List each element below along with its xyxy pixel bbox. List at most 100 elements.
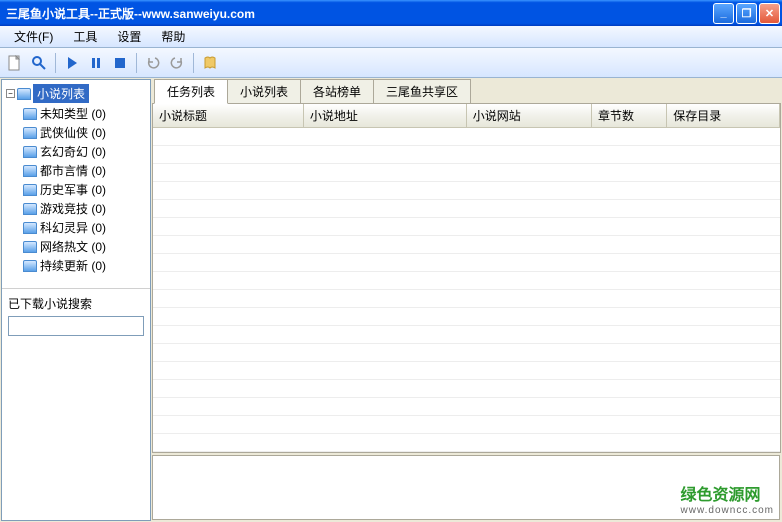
- table-cell: [466, 398, 591, 416]
- table-cell: [667, 362, 780, 380]
- table-cell: [153, 272, 303, 290]
- pause-icon[interactable]: [85, 52, 107, 74]
- table-row[interactable]: [153, 164, 780, 182]
- table-row[interactable]: [153, 182, 780, 200]
- tree-item[interactable]: 持续更新 (0): [23, 256, 147, 275]
- tab[interactable]: 三尾鱼共享区: [373, 79, 471, 103]
- table-cell: [466, 326, 591, 344]
- table-row[interactable]: [153, 128, 780, 146]
- content-panel: 小说标题小说地址小说网站章节数保存目录: [152, 103, 781, 453]
- tab[interactable]: 各站榜单: [300, 79, 374, 103]
- close-button[interactable]: ✕: [759, 3, 780, 24]
- titlebar[interactable]: 三尾鱼小说工具--正式版--www.sanweiyu.com _ ❐ ✕: [0, 0, 782, 26]
- book-icon[interactable]: [199, 52, 221, 74]
- table-host[interactable]: 小说标题小说地址小说网站章节数保存目录: [153, 104, 780, 452]
- table-cell: [667, 434, 780, 452]
- folder-icon: [23, 222, 37, 234]
- table-cell: [153, 146, 303, 164]
- table-cell: [592, 128, 667, 146]
- tree-item[interactable]: 都市言情 (0): [23, 161, 147, 180]
- table-cell: [466, 200, 591, 218]
- table-cell: [303, 146, 466, 164]
- tree-item-label: 历史军事 (0): [40, 181, 106, 198]
- main-window: 三尾鱼小说工具--正式版--www.sanweiyu.com _ ❐ ✕ 文件(…: [0, 0, 782, 522]
- tab[interactable]: 小说列表: [227, 79, 301, 103]
- table-cell: [466, 290, 591, 308]
- table-row[interactable]: [153, 434, 780, 452]
- search-input[interactable]: [8, 316, 144, 336]
- table-row[interactable]: [153, 236, 780, 254]
- table-row[interactable]: [153, 146, 780, 164]
- column-header[interactable]: 保存目录: [667, 104, 780, 128]
- tree-item-label: 持续更新 (0): [40, 257, 106, 274]
- table-cell: [466, 164, 591, 182]
- menu-settings[interactable]: 设置: [107, 26, 151, 47]
- play-icon[interactable]: [61, 52, 83, 74]
- collapse-icon[interactable]: −: [6, 89, 15, 98]
- maximize-button[interactable]: ❐: [736, 3, 757, 24]
- folder-icon: [23, 184, 37, 196]
- table-cell: [153, 182, 303, 200]
- table-cell: [303, 290, 466, 308]
- table-row[interactable]: [153, 308, 780, 326]
- table-row[interactable]: [153, 200, 780, 218]
- search-icon[interactable]: [28, 52, 50, 74]
- table-cell: [303, 398, 466, 416]
- tree-item[interactable]: 未知类型 (0): [23, 104, 147, 123]
- table-row[interactable]: [153, 326, 780, 344]
- tree-item[interactable]: 玄幻奇幻 (0): [23, 142, 147, 161]
- table-row[interactable]: [153, 218, 780, 236]
- minimize-button[interactable]: _: [713, 3, 734, 24]
- table-cell: [153, 200, 303, 218]
- tree-item[interactable]: 游戏竞技 (0): [23, 199, 147, 218]
- table-cell: [303, 308, 466, 326]
- watermark-name: 绿色资源网: [681, 487, 761, 504]
- table-row[interactable]: [153, 380, 780, 398]
- table-cell: [466, 380, 591, 398]
- tree-item[interactable]: 历史军事 (0): [23, 180, 147, 199]
- menu-file[interactable]: 文件(F): [4, 26, 63, 47]
- watermark: 绿色资源网 www.downcc.com: [681, 481, 774, 516]
- column-header[interactable]: 小说地址: [303, 104, 466, 128]
- undo-icon[interactable]: [142, 52, 164, 74]
- table-cell: [592, 254, 667, 272]
- stop-icon[interactable]: [109, 52, 131, 74]
- tree-item[interactable]: 武侠仙侠 (0): [23, 123, 147, 142]
- table-row[interactable]: [153, 398, 780, 416]
- table-cell: [592, 416, 667, 434]
- tree-item[interactable]: 网络热文 (0): [23, 237, 147, 256]
- table-row[interactable]: [153, 344, 780, 362]
- table-row[interactable]: [153, 290, 780, 308]
- table-cell: [303, 254, 466, 272]
- table-cell: [303, 272, 466, 290]
- new-icon[interactable]: [4, 52, 26, 74]
- table-cell: [466, 344, 591, 362]
- tree-item[interactable]: 科幻灵异 (0): [23, 218, 147, 237]
- tree-item-label: 都市言情 (0): [40, 162, 106, 179]
- tree-root[interactable]: − 小说列表: [5, 83, 147, 104]
- table-row[interactable]: [153, 362, 780, 380]
- table-cell: [303, 326, 466, 344]
- table-cell: [667, 272, 780, 290]
- table-row[interactable]: [153, 272, 780, 290]
- menu-help[interactable]: 帮助: [151, 26, 195, 47]
- folder-icon: [23, 165, 37, 177]
- column-header[interactable]: 小说网站: [466, 104, 591, 128]
- column-header[interactable]: 章节数: [592, 104, 667, 128]
- tab[interactable]: 任务列表: [154, 79, 228, 104]
- table-cell: [153, 290, 303, 308]
- menu-tools[interactable]: 工具: [63, 26, 107, 47]
- folder-icon: [23, 108, 37, 120]
- main-area: 任务列表小说列表各站榜单三尾鱼共享区 小说标题小说地址小说网站章节数保存目录: [152, 79, 781, 521]
- table-cell: [592, 362, 667, 380]
- watermark-domain: www.downcc.com: [681, 505, 774, 516]
- table-cell: [592, 146, 667, 164]
- table-row[interactable]: [153, 416, 780, 434]
- table-row[interactable]: [153, 254, 780, 272]
- redo-icon[interactable]: [166, 52, 188, 74]
- table-cell: [153, 128, 303, 146]
- table-cell: [153, 398, 303, 416]
- column-header[interactable]: 小说标题: [153, 104, 303, 128]
- folder-icon: [23, 146, 37, 158]
- table-cell: [667, 344, 780, 362]
